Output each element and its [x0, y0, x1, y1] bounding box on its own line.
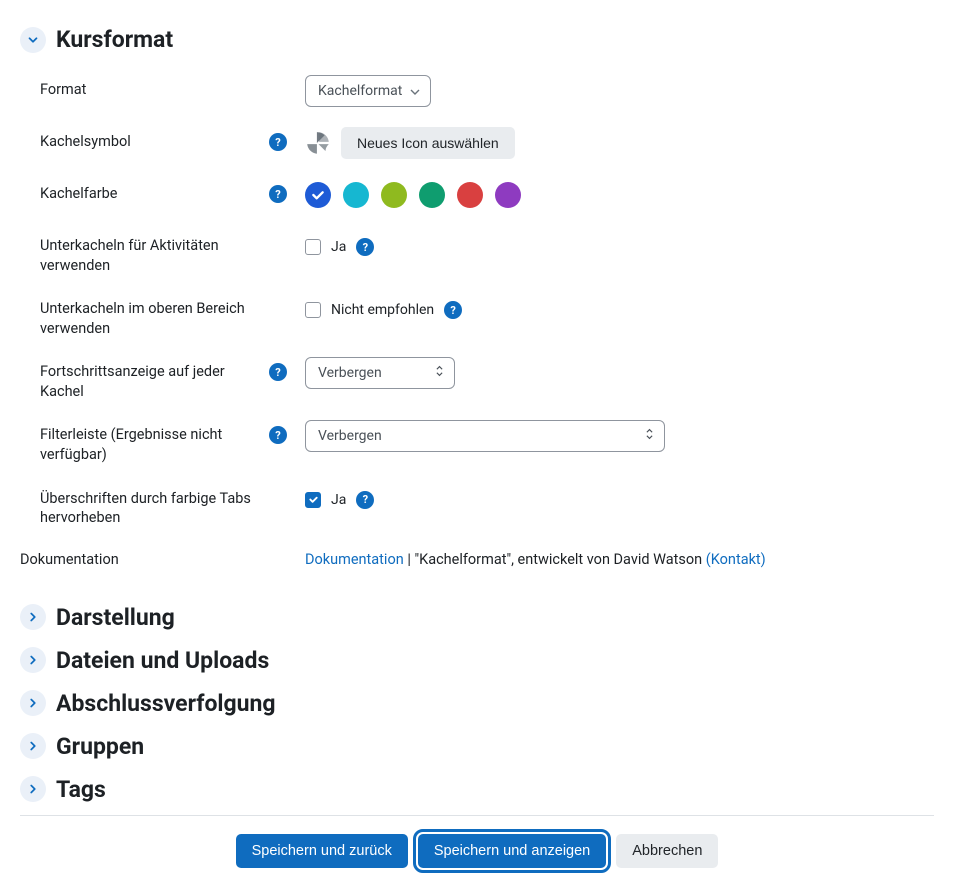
- label-colored-tabs: Überschriften durch farbige Tabs hervorh…: [40, 483, 287, 528]
- section-title: Dateien und Uploads: [56, 647, 269, 674]
- doc-text: | "Kachelformat", entwickelt von David W…: [404, 551, 706, 568]
- label-subtiles-activities: Unterkacheln für Aktivitäten verwenden: [40, 230, 287, 275]
- checkbox-label: Ja: [331, 239, 346, 255]
- color-swatch[interactable]: [343, 182, 369, 208]
- pie-chart-icon: [305, 130, 331, 156]
- select-value: Kachelformat: [318, 83, 402, 99]
- chevron-right-icon[interactable]: [20, 690, 46, 716]
- select-value: Verbergen: [318, 428, 382, 444]
- color-swatch[interactable]: [457, 182, 483, 208]
- color-swatch[interactable]: [495, 182, 521, 208]
- color-swatch[interactable]: [419, 182, 445, 208]
- section-title: Kursformat: [56, 26, 173, 53]
- color-swatch-selected[interactable]: [305, 182, 331, 208]
- help-icon[interactable]: ?: [269, 426, 287, 444]
- chevron-right-icon[interactable]: [20, 647, 46, 673]
- row-kachelsymbol: Kachelsymbol ? Neues Icon auswählen: [20, 117, 934, 169]
- link-contact[interactable]: (Kontakt): [706, 551, 766, 568]
- updown-icon: [435, 364, 444, 382]
- row-format: Format Kachelformat: [20, 65, 934, 117]
- updown-icon: [645, 427, 654, 445]
- link-documentation[interactable]: Dokumentation: [305, 551, 404, 568]
- select-filterbar[interactable]: Verbergen: [305, 420, 665, 452]
- label-kachelfarbe: Kachelfarbe: [40, 178, 117, 204]
- section-abschluss-header: Abschlussverfolgung: [20, 690, 934, 717]
- row-kachelfarbe: Kachelfarbe ?: [20, 169, 934, 221]
- help-icon[interactable]: ?: [356, 238, 374, 256]
- chevron-down-icon[interactable]: [20, 27, 46, 53]
- row-progress: Fortschrittsanzeige auf jeder Kachel ? V…: [20, 347, 934, 410]
- row-filterbar: Filterleiste (Ergebnisse nicht verfügbar…: [20, 410, 934, 473]
- action-bar: Speichern und zurück Speichern und anzei…: [20, 815, 934, 868]
- section-title: Tags: [56, 776, 106, 803]
- label-documentation: Dokumentation: [20, 551, 119, 568]
- cancel-button[interactable]: Abbrechen: [616, 834, 718, 868]
- help-icon[interactable]: ?: [356, 491, 374, 509]
- select-format[interactable]: Kachelformat: [305, 75, 431, 107]
- section-dateien-header: Dateien und Uploads: [20, 647, 934, 674]
- section-tags-header: Tags: [20, 776, 934, 803]
- section-title: Abschlussverfolgung: [56, 690, 276, 717]
- section-title: Darstellung: [56, 604, 175, 631]
- color-swatch[interactable]: [381, 182, 407, 208]
- save-show-button[interactable]: Speichern und anzeigen: [418, 834, 606, 868]
- checkbox-subtiles-activities[interactable]: [305, 239, 321, 255]
- help-icon[interactable]: ?: [269, 133, 287, 151]
- help-icon[interactable]: ?: [269, 185, 287, 203]
- color-swatches: [305, 182, 521, 208]
- button-choose-icon[interactable]: Neues Icon auswählen: [341, 127, 515, 159]
- save-return-button[interactable]: Speichern und zurück: [236, 834, 408, 868]
- checkbox-colored-tabs[interactable]: [305, 492, 321, 508]
- label-format: Format: [40, 74, 86, 100]
- row-colored-tabs: Überschriften durch farbige Tabs hervorh…: [20, 474, 934, 537]
- section-title: Gruppen: [56, 733, 144, 760]
- help-icon[interactable]: ?: [444, 301, 462, 319]
- section-darstellung-header: Darstellung: [20, 604, 934, 631]
- chevron-right-icon[interactable]: [20, 776, 46, 802]
- label-subtiles-top: Unterkacheln im oberen Bereich verwenden: [40, 293, 287, 338]
- chevron-right-icon[interactable]: [20, 604, 46, 630]
- checkbox-label: Ja: [331, 492, 346, 508]
- checkbox-label: Nicht empfohlen: [331, 302, 434, 318]
- row-documentation: Dokumentation Dokumentation | "Kachelfor…: [20, 537, 934, 588]
- help-icon[interactable]: ?: [269, 363, 287, 381]
- chevron-down-icon: [410, 83, 420, 99]
- chevron-right-icon[interactable]: [20, 733, 46, 759]
- select-progress[interactable]: Verbergen: [305, 357, 455, 389]
- row-subtiles-activities: Unterkacheln für Aktivitäten verwenden J…: [20, 221, 934, 284]
- label-kachelsymbol: Kachelsymbol: [40, 126, 131, 152]
- section-kursformat-header: Kursformat: [20, 26, 934, 53]
- section-gruppen-header: Gruppen: [20, 733, 934, 760]
- select-value: Verbergen: [318, 365, 382, 381]
- label-filterbar: Filterleiste (Ergebnisse nicht verfügbar…: [40, 419, 269, 464]
- row-subtiles-top: Unterkacheln im oberen Bereich verwenden…: [20, 284, 934, 347]
- label-progress: Fortschrittsanzeige auf jeder Kachel: [40, 356, 269, 401]
- checkbox-subtiles-top[interactable]: [305, 302, 321, 318]
